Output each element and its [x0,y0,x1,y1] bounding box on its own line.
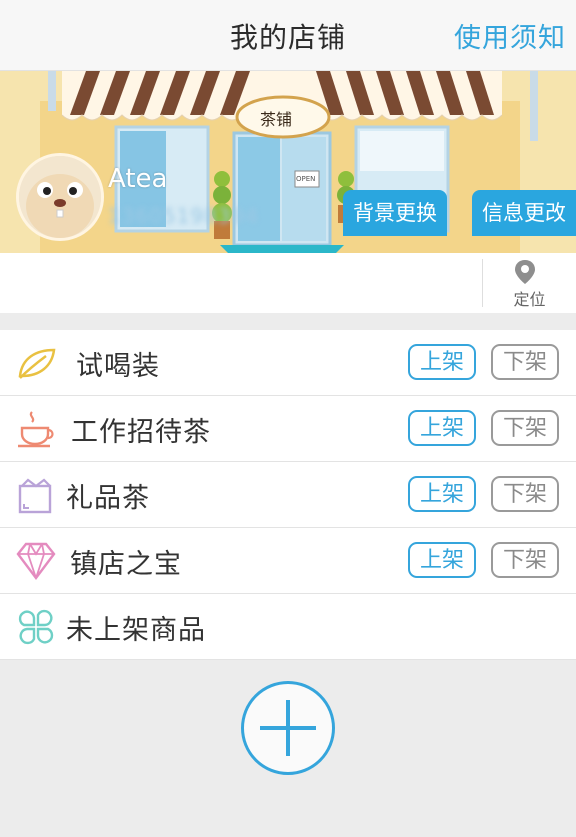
location-pin-icon[interactable] [513,259,537,285]
shop-sign-text: 茶铺 [260,110,293,129]
location-row: 定位 [0,253,576,313]
shop-name: Atea [108,164,168,194]
list-item-gift-tea[interactable]: 礼品茶 上架 下架 [0,462,576,528]
off-shelf-button[interactable]: 下架 [491,344,559,380]
category-label: 镇店之宝 [70,549,182,580]
off-shelf-button[interactable]: 下架 [491,476,559,512]
bear-avatar-icon [19,156,101,238]
on-shelf-button[interactable]: 上架 [408,476,476,512]
category-list: 试喝装 上架 下架 工作招待茶 上架 下架 礼品茶 上架 下架 镇店之宝 上架 … [0,330,576,660]
plus-icon-bar [260,726,316,730]
category-label: 工作招待茶 [71,417,211,448]
off-shelf-button[interactable]: 下架 [491,410,559,446]
category-label: 未上架商品 [66,615,206,646]
avatar[interactable] [16,153,104,241]
category-label: 试喝装 [76,351,160,382]
top-bar: 我的店铺 使用须知 [0,0,576,71]
on-shelf-button[interactable]: 上架 [408,410,476,446]
add-button[interactable] [241,681,335,775]
list-item-trial-pack[interactable]: 试喝装 上架 下架 [0,330,576,396]
shop-phone: 13605198394 [108,204,259,228]
clover-icon [18,609,54,645]
usage-notice-link[interactable]: 使用须知 [454,16,566,55]
off-shelf-button[interactable]: 下架 [491,542,559,578]
list-item-reception-tea[interactable]: 工作招待茶 上架 下架 [0,396,576,462]
teacup-icon [18,411,54,448]
edit-info-button[interactable]: 信息更改 [472,190,576,236]
change-background-button[interactable]: 背景更换 [343,190,447,236]
on-shelf-button[interactable]: 上架 [408,542,476,578]
leaf-icon [18,348,56,379]
on-shelf-button[interactable]: 上架 [408,344,476,380]
category-label: 礼品茶 [66,483,150,514]
gift-box-icon [18,478,52,514]
list-item-store-treasure[interactable]: 镇店之宝 上架 下架 [0,528,576,594]
location-label[interactable]: 定位 [483,286,576,310]
list-item-unlisted-goods[interactable]: 未上架商品 [0,594,576,660]
door-open-sign: OPEN [296,175,316,183]
diamond-icon [16,542,56,580]
